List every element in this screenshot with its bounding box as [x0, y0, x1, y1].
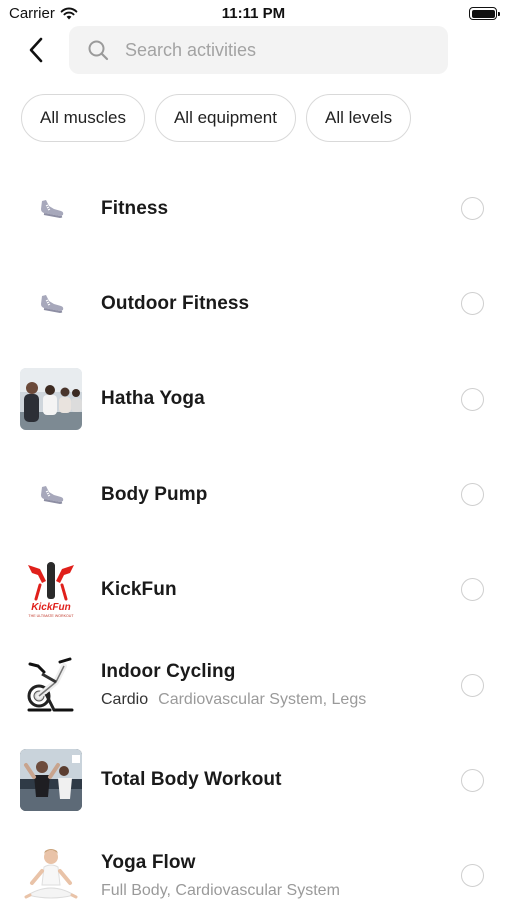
yoga-class-photo — [20, 368, 82, 431]
sneaker-icon — [20, 464, 82, 526]
activity-subtitle: Full Body, Cardiovascular System — [101, 882, 447, 900]
activity-title: Body Pump — [101, 483, 208, 505]
svg-text:THE ULTIMATE WORKOUT: THE ULTIMATE WORKOUT — [28, 614, 74, 618]
chip-label: All levels — [324, 108, 393, 127]
filter-equipment-chip[interactable]: All equipment — [154, 94, 296, 142]
activity-row[interactable]: KickFun THE ULTIMATE WORKOUT KickFun — [0, 542, 507, 637]
battery-icon — [469, 7, 500, 20]
select-radio[interactable] — [461, 864, 484, 888]
activity-row[interactable]: Outdoor Fitness — [0, 256, 507, 351]
activity-row[interactable]: Hatha Yoga — [0, 352, 507, 447]
activity-title: Yoga Flow — [101, 851, 196, 873]
back-button[interactable] — [20, 34, 52, 66]
activity-row[interactable]: Indoor Cycling Cardio Cardiovascular Syst… — [0, 637, 507, 732]
activity-row[interactable]: Body Pump — [0, 447, 507, 542]
activity-title: Indoor Cycling — [101, 661, 236, 683]
activity-category: Cardio — [101, 691, 149, 709]
activity-title: Outdoor Fitness — [101, 292, 250, 314]
activity-title: Hatha Yoga — [101, 388, 205, 410]
select-radio[interactable] — [461, 387, 484, 411]
stationary-bike-icon — [20, 654, 82, 716]
chip-label: All equipment — [173, 108, 277, 127]
sneaker-icon — [20, 178, 82, 240]
svg-text:KickFun: KickFun — [31, 602, 70, 613]
activity-title: Total Body Workout — [101, 769, 282, 791]
select-radio[interactable] — [461, 768, 484, 792]
filter-levels-chip[interactable]: All levels — [305, 94, 412, 142]
search-input[interactable] — [125, 39, 425, 61]
gym-workout-photo — [20, 749, 82, 812]
activity-row[interactable]: Total Body Workout — [0, 733, 507, 828]
chevron-left-icon — [29, 37, 43, 63]
status-bar: Carrier 11:11 PM — [0, 0, 507, 28]
select-radio[interactable] — [461, 578, 484, 602]
select-radio[interactable] — [461, 197, 484, 221]
activity-title: Fitness — [101, 197, 169, 219]
activity-subtitle: Cardio Cardiovascular System, Legs — [101, 691, 447, 709]
activity-row[interactable]: Yoga Flow Full Body, Cardiovascular Syst… — [0, 828, 507, 900]
filter-bar: All muscles All equipment All levels — [21, 94, 412, 142]
search-bar[interactable] — [69, 26, 448, 74]
sneaker-icon — [20, 273, 82, 335]
filter-muscles-chip[interactable]: All muscles — [21, 94, 145, 142]
activity-title: KickFun — [101, 578, 177, 600]
select-radio[interactable] — [461, 483, 484, 507]
meditation-figure-icon — [20, 845, 82, 900]
search-icon — [88, 40, 109, 61]
activity-list: Fitness Outdoor Fitness Hatha Yoga Body … — [0, 161, 507, 900]
activity-muscles: Full Body, Cardiovascular System — [101, 881, 340, 899]
select-radio[interactable] — [461, 292, 484, 316]
select-radio[interactable] — [461, 673, 484, 697]
chip-label: All muscles — [40, 108, 126, 127]
kickfun-logo: KickFun THE ULTIMATE WORKOUT — [20, 558, 82, 621]
activity-row[interactable]: Fitness — [0, 161, 507, 256]
activity-muscles: Cardiovascular System, Legs — [158, 691, 367, 709]
status-time: 11:11 PM — [221, 5, 286, 22]
